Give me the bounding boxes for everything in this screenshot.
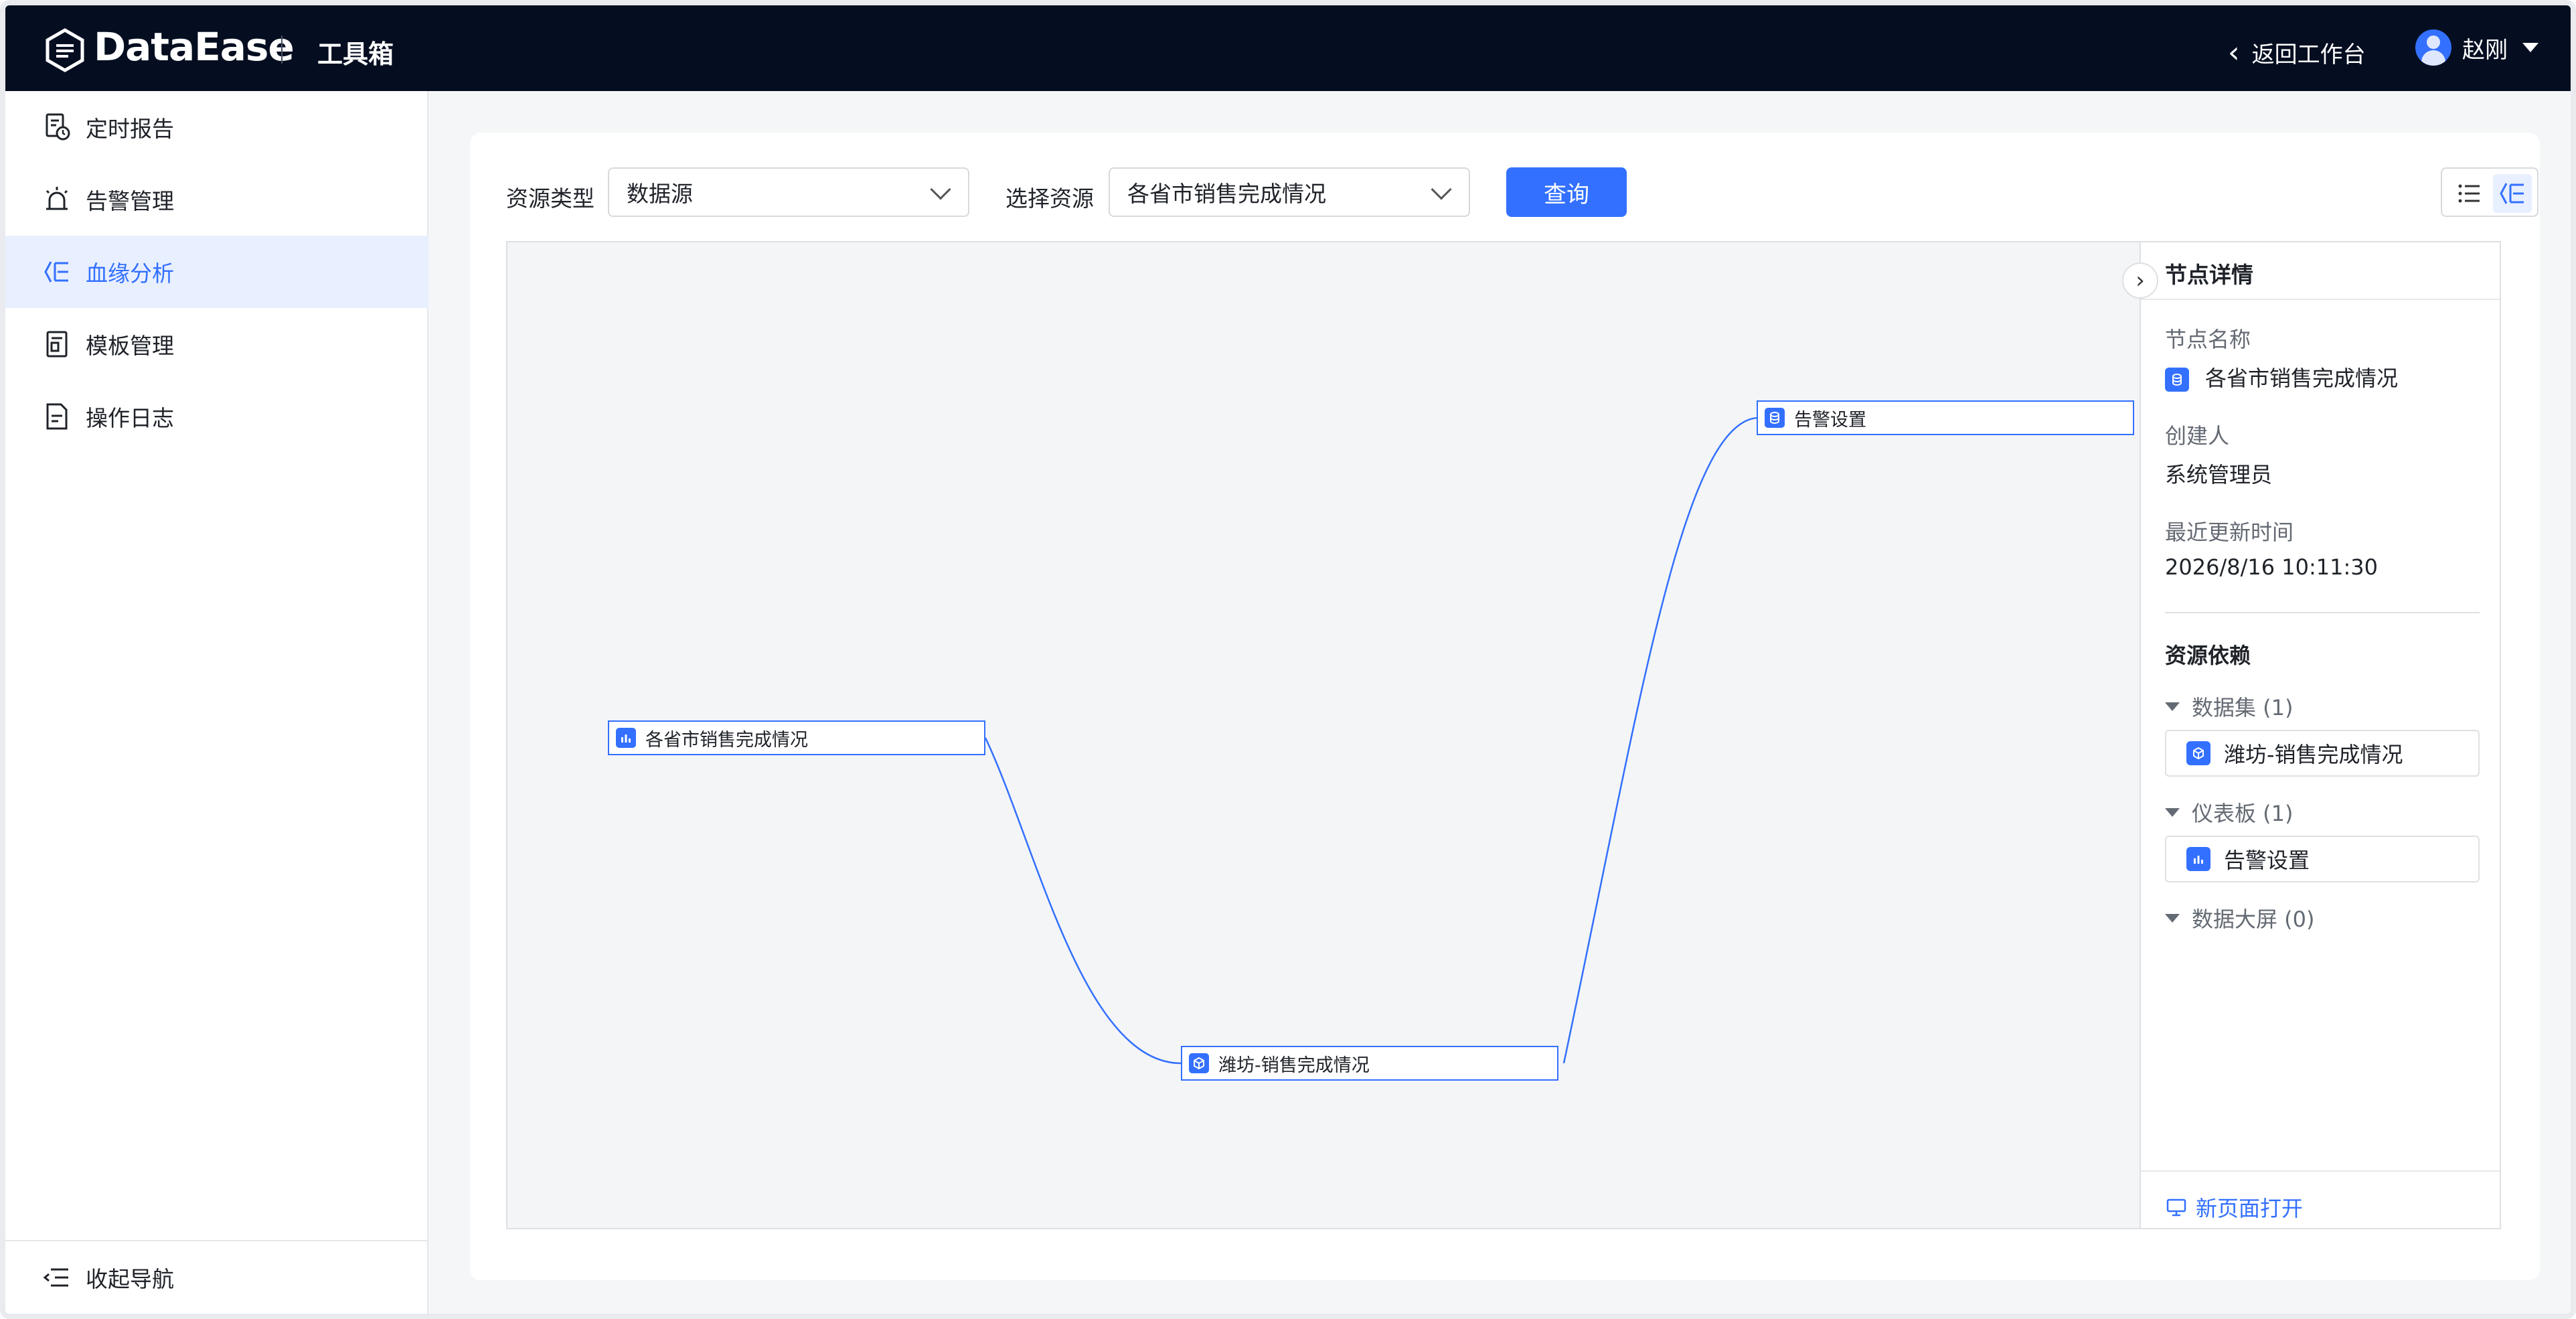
graph-edge xyxy=(1562,416,1760,1064)
top-bar: DataEase 工具箱 ‹ 返回工作台 赵刚 xyxy=(5,5,2571,91)
graph-node-label: 各省市销售完成情况 xyxy=(645,729,808,751)
node-name-text: 各省市销售完成情况 xyxy=(2205,366,2399,391)
sidebar-item-scheduled-report[interactable]: 定时报告 xyxy=(5,91,428,163)
divider xyxy=(2141,299,2500,300)
open-new-label: 新页面打开 xyxy=(2196,1196,2304,1221)
sidebar-item-label: 模板管理 xyxy=(86,333,174,359)
chevron-right-icon: › xyxy=(2136,267,2145,294)
back-to-workbench-link[interactable]: ‹ 返回工作台 xyxy=(2228,36,2366,69)
creator-label: 创建人 xyxy=(2165,423,2230,449)
graph-node-dataset[interactable]: 潍坊-销售完成情况 xyxy=(1181,1046,1558,1081)
template-icon xyxy=(46,331,68,358)
sidebar-item-alarm[interactable]: 告警管理 xyxy=(5,163,428,236)
sidebar-item-label: 操作日志 xyxy=(86,405,174,431)
dependency-item-label: 告警设置 xyxy=(2224,848,2310,873)
graph-node-label: 告警设置 xyxy=(1794,409,1866,431)
graph-edge xyxy=(984,737,1182,1065)
brand-name[interactable]: DataEase xyxy=(94,24,295,70)
group-dashboard-toggle[interactable]: 仪表板 (1) xyxy=(2165,797,2293,828)
creator-value: 系统管理员 xyxy=(2165,462,2273,487)
dataset-cube-icon xyxy=(1189,1053,1209,1073)
scheduled-report-icon xyxy=(46,113,70,141)
dependencies-title: 资源依赖 xyxy=(2165,643,2251,668)
view-toggle xyxy=(2441,167,2539,217)
chevron-down-icon xyxy=(930,179,951,200)
dependency-item-dataset[interactable]: 潍坊-销售完成情况 xyxy=(2165,730,2480,777)
page-section-title: 工具箱 xyxy=(317,40,394,69)
lineage-view-icon xyxy=(2500,183,2524,204)
database-icon xyxy=(1765,408,1785,428)
graph-node-datasource[interactable]: 各省市销售完成情况 xyxy=(608,720,985,755)
user-name: 赵刚 xyxy=(2462,36,2508,64)
node-name-value: 各省市销售完成情况 xyxy=(2165,362,2398,392)
panel-collapse-button[interactable]: › xyxy=(2122,262,2158,299)
log-icon xyxy=(46,403,68,430)
chevron-down-icon xyxy=(1431,179,1452,200)
sidebar: 定时报告 告警管理 血缘分析 模板管理 操作日志 收起导航 xyxy=(5,91,428,1314)
sidebar-item-lineage[interactable]: 血缘分析 xyxy=(5,236,428,308)
group-label: 数据大屏 (0) xyxy=(2192,907,2315,932)
dataset-cube-icon xyxy=(2186,741,2210,765)
avatar xyxy=(2415,29,2451,66)
sidebar-item-template[interactable]: 模板管理 xyxy=(5,308,428,380)
lineage-icon xyxy=(44,261,68,283)
user-menu[interactable]: 赵刚 xyxy=(2415,29,2539,66)
resource-label: 选择资源 xyxy=(1005,185,1094,212)
lineage-graph-canvas[interactable]: 各省市销售完成情况 潍坊-销售完成情况 告警设置 xyxy=(506,241,2140,1229)
dashboard-chart-icon xyxy=(2186,847,2210,871)
alarm-icon xyxy=(46,187,68,210)
panel-title: 节点详情 xyxy=(2165,262,2253,288)
resource-select[interactable]: 各省市销售完成情况 xyxy=(1109,167,1470,217)
sidebar-item-label: 告警管理 xyxy=(86,188,174,214)
monitor-icon xyxy=(2166,1198,2186,1217)
caret-down-icon xyxy=(2165,807,2180,817)
updated-label: 最近更新时间 xyxy=(2165,520,2294,545)
collapse-label: 收起导航 xyxy=(86,1266,174,1292)
graph-node-dashboard[interactable]: 告警设置 xyxy=(1757,400,2134,435)
resource-type-label: 资源类型 xyxy=(506,185,594,212)
collapse-nav-button[interactable]: 收起导航 xyxy=(5,1240,428,1314)
divider xyxy=(2141,1170,2500,1172)
database-icon xyxy=(2165,368,2189,392)
sidebar-item-log[interactable]: 操作日志 xyxy=(5,380,428,453)
dataease-logo-icon xyxy=(46,28,84,72)
resource-type-select[interactable]: 数据源 xyxy=(608,167,969,217)
collapse-icon xyxy=(43,1268,68,1287)
caret-down-icon xyxy=(2165,702,2180,711)
resource-value: 各省市销售完成情况 xyxy=(1127,181,1326,207)
app-window: DataEase 工具箱 ‹ 返回工作台 赵刚 定时报告 告警管理 血缘分析 模… xyxy=(0,0,2576,1319)
group-dataset-toggle[interactable]: 数据集 (1) xyxy=(2165,691,2293,722)
list-view-icon[interactable] xyxy=(2454,178,2485,209)
resource-type-value: 数据源 xyxy=(627,181,693,207)
dependency-item-label: 潍坊-销售完成情况 xyxy=(2224,742,2403,767)
tree-view-button[interactable] xyxy=(2493,174,2532,213)
group-screen-toggle[interactable]: 数据大屏 (0) xyxy=(2165,903,2315,933)
node-detail-panel: › 节点详情 节点名称 各省市销售完成情况 创建人 系统管理员 最近更新时间 2… xyxy=(2122,241,2501,1229)
updated-value: 2026/8/16 10:11:30 xyxy=(2165,554,2378,580)
caret-down-icon xyxy=(2165,913,2180,923)
divider xyxy=(2165,612,2480,613)
header-divider xyxy=(281,35,283,64)
sidebar-item-label: 定时报告 xyxy=(86,116,174,142)
lineage-card: 资源类型 数据源 选择资源 各省市销售完成情况 查询 各省市销售完成情况 潍坊-… xyxy=(470,133,2540,1280)
back-label: 返回工作台 xyxy=(2251,42,2366,68)
sidebar-item-label: 血缘分析 xyxy=(86,260,174,287)
group-label: 仪表板 (1) xyxy=(2192,801,2293,826)
main-area: 资源类型 数据源 选择资源 各省市销售完成情况 查询 各省市销售完成情况 潍坊-… xyxy=(428,91,2571,1314)
open-in-new-page-link[interactable]: 新页面打开 xyxy=(2165,1192,2303,1223)
chevron-left-icon: ‹ xyxy=(2228,35,2240,70)
query-button[interactable]: 查询 xyxy=(1506,167,1627,217)
dependency-item-dashboard[interactable]: 告警设置 xyxy=(2165,836,2480,882)
node-name-label: 节点名称 xyxy=(2165,327,2251,352)
graph-node-label: 潍坊-销售完成情况 xyxy=(1218,1055,1370,1076)
datasource-chart-icon xyxy=(616,728,636,748)
group-label: 数据集 (1) xyxy=(2192,695,2293,720)
caret-down-icon xyxy=(2522,43,2539,52)
